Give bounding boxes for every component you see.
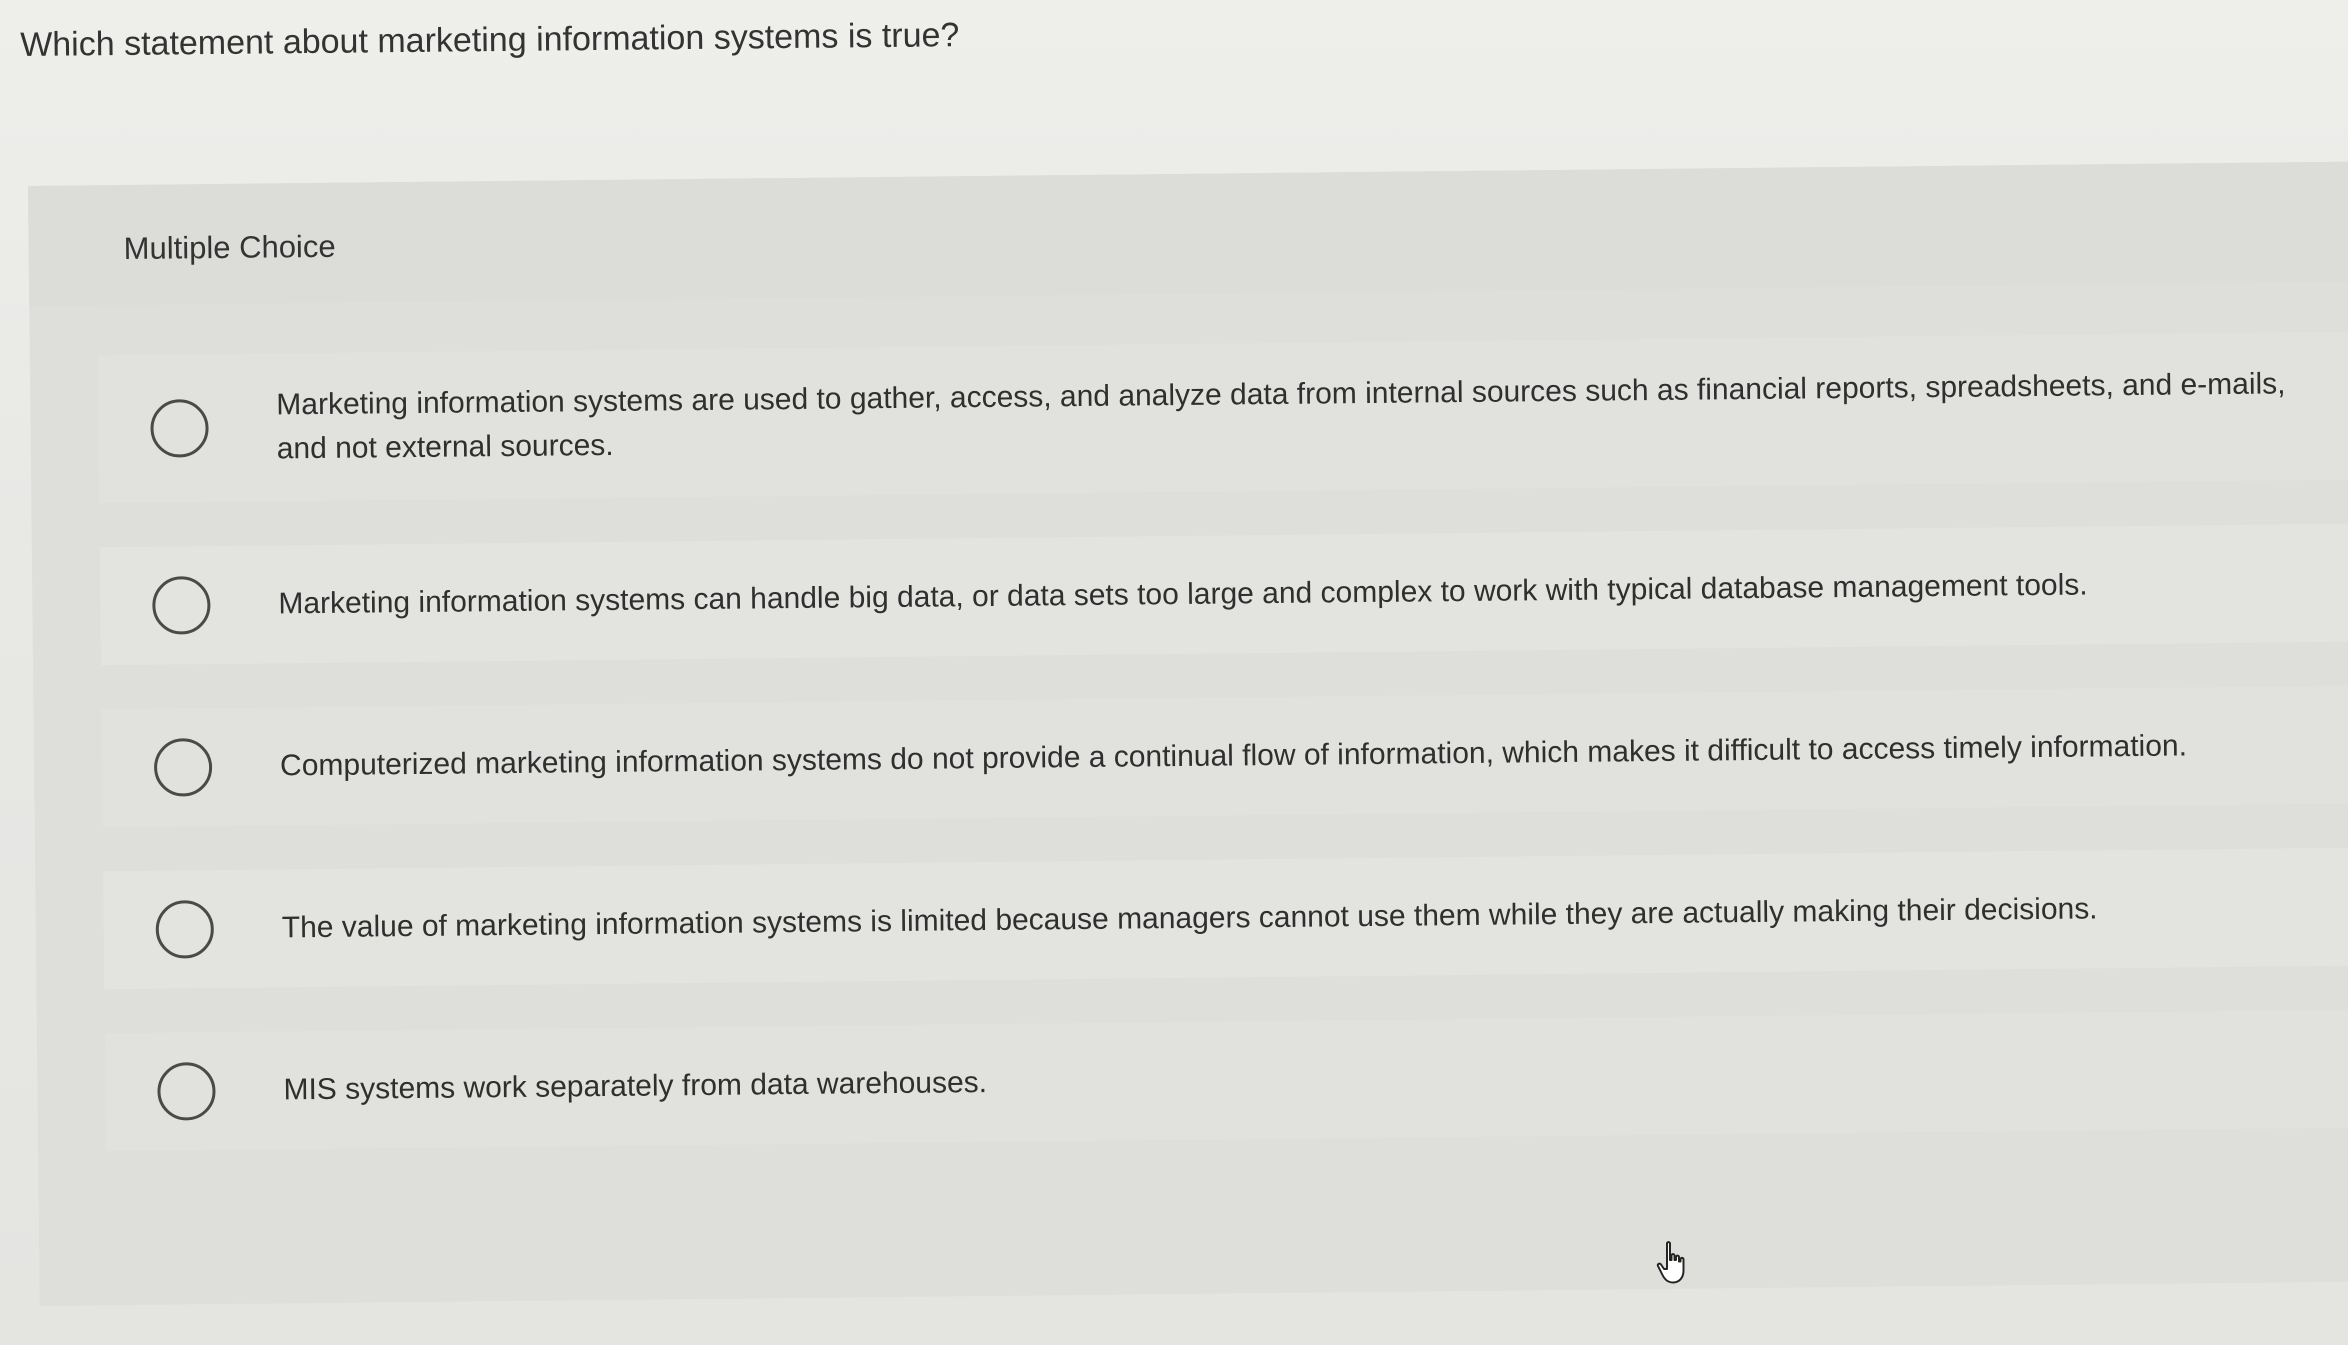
answer-option-label: Marketing information systems can handle… [278, 568, 2088, 621]
quiz-page: Which statement about marketing informat… [0, 0, 2348, 1345]
question-type-label: Multiple Choice [123, 228, 336, 267]
hand-pointer-icon [1656, 1241, 1685, 1284]
card-header: Multiple Choice [28, 161, 2348, 306]
radio-unchecked-icon[interactable] [153, 738, 213, 797]
radio-unchecked-icon[interactable] [152, 576, 211, 635]
answer-option-1[interactable]: Marketing information systems are used t… [97, 331, 2348, 504]
answer-option-5[interactable]: MIS systems work separately from data wa… [104, 1009, 2348, 1152]
multiple-choice-card: Multiple Choice Marketing information sy… [28, 161, 2348, 1306]
answer-option-2[interactable]: Marketing information systems can handle… [99, 523, 2348, 666]
answer-choices: Marketing information systems are used t… [97, 331, 2348, 1196]
radio-unchecked-icon[interactable] [155, 900, 215, 959]
answer-option-4[interactable]: The value of marketing information syste… [103, 847, 2348, 990]
answer-option-3[interactable]: Computerized marketing information syste… [101, 685, 2348, 828]
answer-option-label: MIS systems work separately from data wa… [283, 1066, 988, 1107]
answer-option-label: The value of marketing information syste… [281, 892, 2098, 945]
answer-option-label: Computerized marketing information syste… [279, 729, 2188, 783]
radio-unchecked-icon[interactable] [150, 399, 209, 458]
question-prompt: Which statement about marketing informat… [20, 16, 960, 64]
answer-option-label: Marketing information systems are used t… [276, 367, 2286, 466]
radio-unchecked-icon[interactable] [157, 1062, 216, 1121]
